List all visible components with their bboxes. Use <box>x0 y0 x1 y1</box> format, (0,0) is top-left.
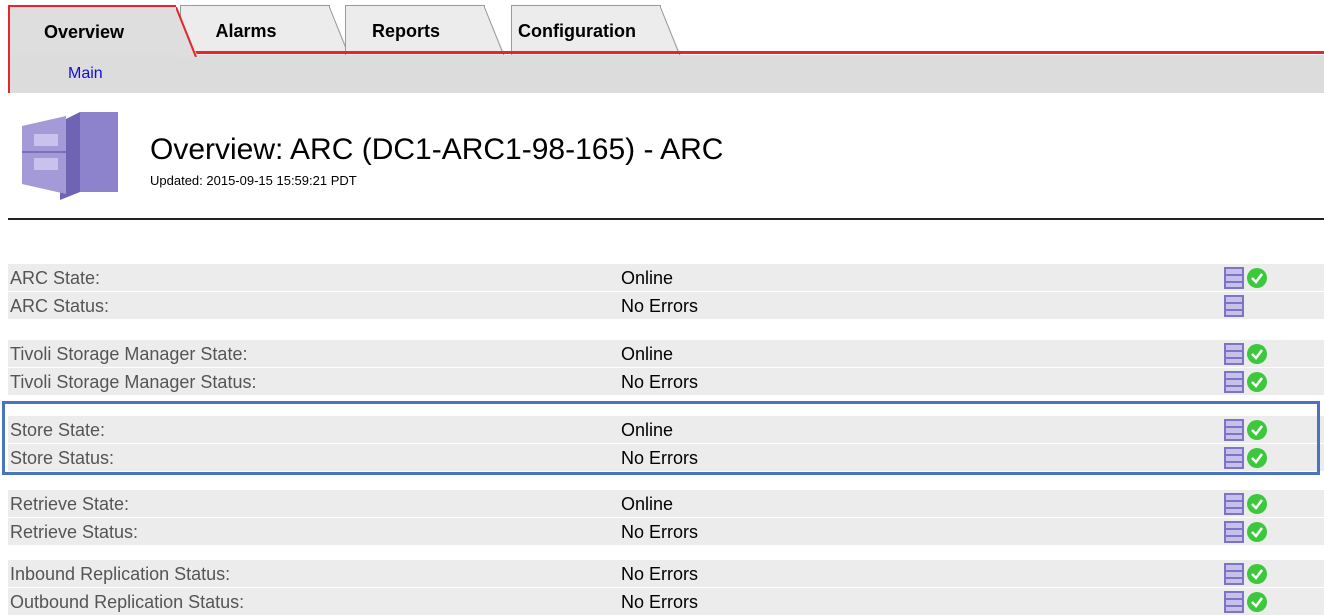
row-label: ARC Status: <box>10 296 110 316</box>
header-divider <box>8 218 1324 220</box>
check-circle-icon <box>1247 344 1267 364</box>
status-row-outbound-replication: Outbound Replication Status: No Errors <box>8 588 1324 615</box>
row-value: No Errors <box>621 522 699 542</box>
row-value: No Errors <box>621 296 699 316</box>
sub-navigation: Main <box>8 55 1324 93</box>
chart-icon[interactable] <box>1224 343 1244 365</box>
check-circle-icon <box>1247 494 1267 514</box>
check-circle-icon <box>1247 592 1267 612</box>
check-circle-icon <box>1247 268 1267 288</box>
row-label: Retrieve Status: <box>10 522 139 542</box>
updated-timestamp: Updated: 2015-09-15 15:59:21 PDT <box>150 173 357 188</box>
status-row-retrieve-state: Retrieve State: Online <box>8 490 1324 517</box>
chart-icon[interactable] <box>1224 295 1244 317</box>
status-row-store-state: Store State: Online <box>8 416 1324 443</box>
row-label: Retrieve State: <box>10 494 130 514</box>
row-value: No Errors <box>621 564 699 584</box>
page-title: Overview: ARC (DC1-ARC1-98-165) - ARC <box>150 133 724 166</box>
row-value: Online <box>621 268 674 288</box>
chart-icon[interactable] <box>1224 447 1244 469</box>
tab-overview-label: Overview <box>43 22 125 42</box>
tab-overview-edge <box>176 7 198 57</box>
row-label: Inbound Replication Status: <box>10 564 231 584</box>
row-label: Tivoli Storage Manager Status: <box>10 372 257 392</box>
tab-configuration-edge <box>660 6 682 56</box>
tab-overview[interactable]: Overview <box>8 5 198 57</box>
check-circle-icon <box>1247 564 1267 584</box>
server-icon <box>22 112 118 200</box>
check-circle-icon <box>1247 448 1267 468</box>
row-value: No Errors <box>621 448 699 468</box>
status-row-tsm-status: Tivoli Storage Manager Status: No Errors <box>8 368 1324 395</box>
row-label: ARC State: <box>10 268 101 288</box>
status-row-store-status: Store Status: No Errors <box>8 444 1324 471</box>
tab-bar: Overview Alarms Reports Configuration <box>0 0 1324 57</box>
chart-icon[interactable] <box>1224 419 1244 441</box>
main-link[interactable]: Main <box>68 65 103 83</box>
row-value: Online <box>621 494 674 514</box>
row-label: Tivoli Storage Manager State: <box>10 344 248 364</box>
tab-configuration-label: Configuration <box>518 21 636 41</box>
status-row-arc-state: ARC State: Online <box>8 264 1324 291</box>
row-value: No Errors <box>621 592 699 612</box>
status-row-tsm-state: Tivoli Storage Manager State: Online <box>8 340 1324 367</box>
tab-reports-label: Reports <box>371 21 440 41</box>
tab-reports-edge <box>484 6 506 56</box>
check-circle-icon <box>1247 522 1267 542</box>
row-value: Online <box>621 420 674 440</box>
tab-alarms[interactable]: Alarms <box>180 5 351 56</box>
tab-configuration[interactable]: Configuration <box>511 5 682 56</box>
check-circle-icon <box>1247 372 1267 392</box>
tab-alarms-label: Alarms <box>215 21 277 41</box>
row-label: Store Status: <box>10 448 115 468</box>
tabs-underline <box>176 51 1324 54</box>
row-label: Outbound Replication Status: <box>10 592 245 612</box>
tab-reports[interactable]: Reports <box>345 5 506 56</box>
row-value: Online <box>621 344 674 364</box>
status-row-arc-status: ARC Status: No Errors <box>8 292 1324 319</box>
chart-icon[interactable] <box>1224 267 1244 289</box>
check-circle-icon <box>1247 420 1267 440</box>
status-row-inbound-replication: Inbound Replication Status: No Errors <box>8 560 1324 587</box>
status-row-retrieve-status: Retrieve Status: No Errors <box>8 518 1324 545</box>
chart-icon[interactable] <box>1224 563 1244 585</box>
chart-icon[interactable] <box>1224 521 1244 543</box>
chart-icon[interactable] <box>1224 371 1244 393</box>
row-label: Store State: <box>10 420 106 440</box>
row-value: No Errors <box>621 372 699 392</box>
chart-icon[interactable] <box>1224 591 1244 613</box>
chart-icon[interactable] <box>1224 493 1244 515</box>
